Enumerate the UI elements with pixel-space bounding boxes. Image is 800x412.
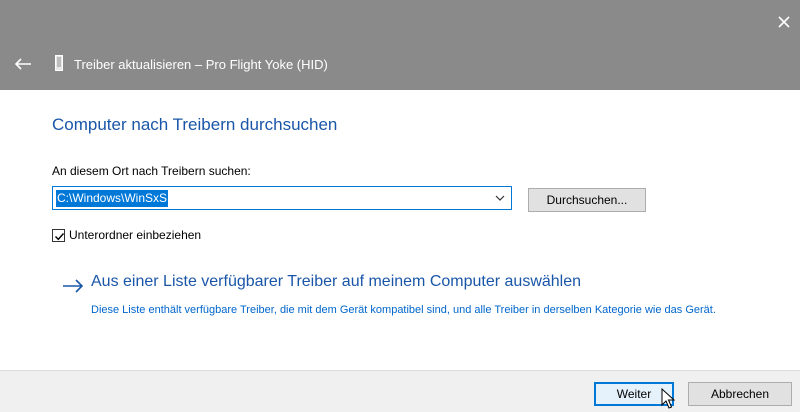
mouse-pointer-icon [661, 388, 675, 409]
checkmark-icon [55, 233, 65, 241]
chevron-down-icon[interactable] [495, 194, 505, 202]
close-icon[interactable] [776, 14, 792, 30]
driver-list-description: Diese Liste enthält verfügbare Treiber, … [91, 304, 716, 316]
title-bar: Treiber aktualisieren – Pro Flight Yoke … [0, 0, 800, 90]
back-arrow-icon[interactable] [14, 57, 32, 71]
cancel-button[interactable]: Abbrechen [688, 382, 792, 406]
arrow-right-icon[interactable] [62, 279, 84, 293]
include-subfolders-label: Unterordner einbeziehen [69, 228, 202, 242]
page-heading: Computer nach Treibern durchsuchen [52, 115, 338, 134]
dialog-footer [0, 370, 800, 412]
path-combobox[interactable]: C:\Windows\WinSxS [52, 186, 512, 210]
driver-list-link[interactable]: Aus einer Liste verfügbarer Treiber auf … [91, 273, 581, 291]
device-icon [55, 55, 63, 71]
search-location-label: An diesem Ort nach Treibern suchen: [52, 164, 251, 178]
browse-button[interactable]: Durchsuchen... [528, 188, 646, 212]
include-subfolders-checkbox[interactable] [52, 229, 65, 242]
path-input-value[interactable]: C:\Windows\WinSxS [56, 190, 169, 207]
window-title: Treiber aktualisieren – Pro Flight Yoke … [74, 57, 328, 72]
